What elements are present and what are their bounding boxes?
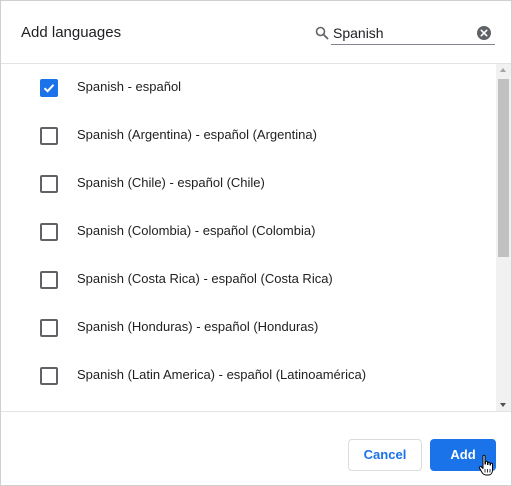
- list-scrollbar[interactable]: [496, 64, 511, 411]
- footer-divider: [1, 411, 511, 412]
- search-box: [311, 21, 495, 45]
- language-checkbox[interactable]: [40, 127, 58, 145]
- language-label: Spanish (Argentina) - español (Argentina…: [77, 127, 317, 142]
- language-label: Spanish (Honduras) - español (Honduras): [77, 319, 319, 334]
- language-label: Spanish (Colombia) - español (Colombia): [77, 223, 316, 238]
- language-label: Spanish (Chile) - español (Chile): [77, 175, 265, 190]
- language-item[interactable]: Spanish (Chile) - español (Chile): [1, 160, 496, 208]
- language-checkbox[interactable]: [40, 367, 58, 385]
- search-input[interactable]: [333, 23, 473, 43]
- language-checkbox[interactable]: [40, 319, 58, 337]
- scrollbar-thumb[interactable]: [498, 79, 509, 257]
- dialog-title: Add languages: [21, 24, 122, 41]
- language-label: Spanish (Costa Rica) - español (Costa Ri…: [77, 271, 333, 286]
- cancel-button[interactable]: Cancel: [348, 439, 422, 471]
- language-list: Spanish - español Spanish (Argentina) - …: [1, 64, 496, 411]
- clear-icon[interactable]: [477, 26, 491, 40]
- language-item[interactable]: Spanish (Latin America) - español (Latin…: [1, 352, 496, 400]
- scroll-up-arrow-icon[interactable]: [500, 68, 506, 72]
- language-checkbox[interactable]: [40, 271, 58, 289]
- language-item[interactable]: Spanish (Honduras) - español (Honduras): [1, 304, 496, 352]
- language-label: Spanish - español: [77, 79, 182, 94]
- language-item[interactable]: Spanish (Colombia) - español (Colombia): [1, 208, 496, 256]
- language-item[interactable]: Spanish (Argentina) - español (Argentina…: [1, 112, 496, 160]
- search-underline: [331, 44, 495, 45]
- language-label: Spanish (Latin America) - español (Latin…: [77, 367, 367, 382]
- hand-cursor-icon: [478, 454, 493, 476]
- language-item[interactable]: Spanish (Costa Rica) - español (Costa Ri…: [1, 256, 496, 304]
- language-item[interactable]: Spanish - español: [1, 64, 496, 112]
- language-checkbox[interactable]: [40, 79, 58, 97]
- add-languages-dialog: Add languages Spanish - español Spanish …: [0, 0, 512, 486]
- search-icon: [315, 26, 329, 40]
- scroll-down-arrow-icon[interactable]: [500, 403, 506, 407]
- check-icon: [43, 84, 55, 93]
- language-checkbox[interactable]: [40, 175, 58, 193]
- language-checkbox[interactable]: [40, 223, 58, 241]
